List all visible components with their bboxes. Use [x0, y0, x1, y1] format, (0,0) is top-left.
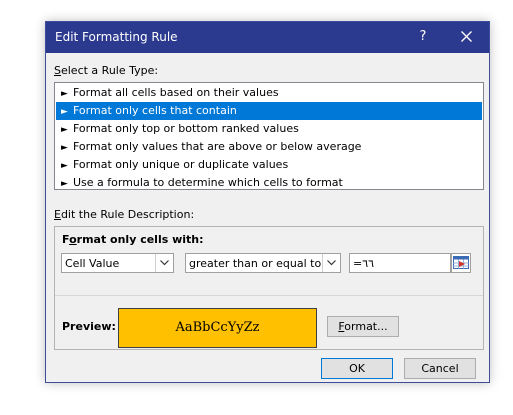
format-button[interactable]: Format...	[327, 316, 399, 337]
arrow-right-icon: ►	[61, 179, 68, 189]
format-cells-heading: Format only cells with:	[62, 233, 204, 246]
cancel-button[interactable]: Cancel	[404, 358, 476, 379]
preview-label: Preview:	[62, 320, 116, 333]
rule-description-label: Edit the Rule Description:	[54, 208, 195, 221]
chevron-down-icon[interactable]	[322, 254, 340, 272]
condition-type-select[interactable]: Cell Value	[61, 253, 174, 273]
rule-type-item[interactable]: ► Format only top or bottom ranked values	[56, 120, 482, 138]
dialog-title: Edit Formatting Rule	[55, 30, 178, 44]
arrow-right-icon: ►	[61, 125, 68, 135]
format-preview: AaBbCcYyZz	[118, 308, 317, 348]
range-selector-button[interactable]	[451, 253, 471, 273]
chevron-down-icon[interactable]	[155, 254, 173, 272]
rule-type-item[interactable]: ► Format only values that are above or be…	[56, 138, 482, 156]
rule-type-item-selected[interactable]: ► Format only cells that contain	[56, 102, 482, 120]
rule-type-item[interactable]: ► Format all cells based on their values	[56, 84, 482, 102]
operator-select[interactable]: greater than or equal to	[185, 253, 341, 273]
rule-type-item[interactable]: ► Use a formula to determine which cells …	[56, 174, 482, 192]
help-button[interactable]: ?	[408, 27, 438, 47]
value-input[interactable]: =٦٦	[349, 253, 451, 273]
section-divider	[55, 295, 483, 296]
rule-type-item[interactable]: ► Format only unique or duplicate values	[56, 156, 482, 174]
ok-button[interactable]: OK	[321, 358, 393, 379]
rule-type-list[interactable]: ► Format all cells based on their values …	[54, 82, 484, 190]
close-button[interactable]	[451, 27, 481, 47]
edit-formatting-rule-dialog: Edit Formatting Rule ? Select a Rule Typ…	[45, 21, 490, 383]
arrow-right-icon: ►	[61, 107, 68, 117]
title-bar[interactable]: Edit Formatting Rule ?	[46, 22, 489, 53]
arrow-right-icon: ►	[61, 89, 68, 99]
arrow-right-icon: ►	[61, 143, 68, 153]
rule-type-label: Select a Rule Type:	[54, 64, 159, 77]
close-icon	[460, 31, 472, 42]
range-selector-icon	[453, 256, 469, 269]
arrow-right-icon: ►	[61, 161, 68, 171]
